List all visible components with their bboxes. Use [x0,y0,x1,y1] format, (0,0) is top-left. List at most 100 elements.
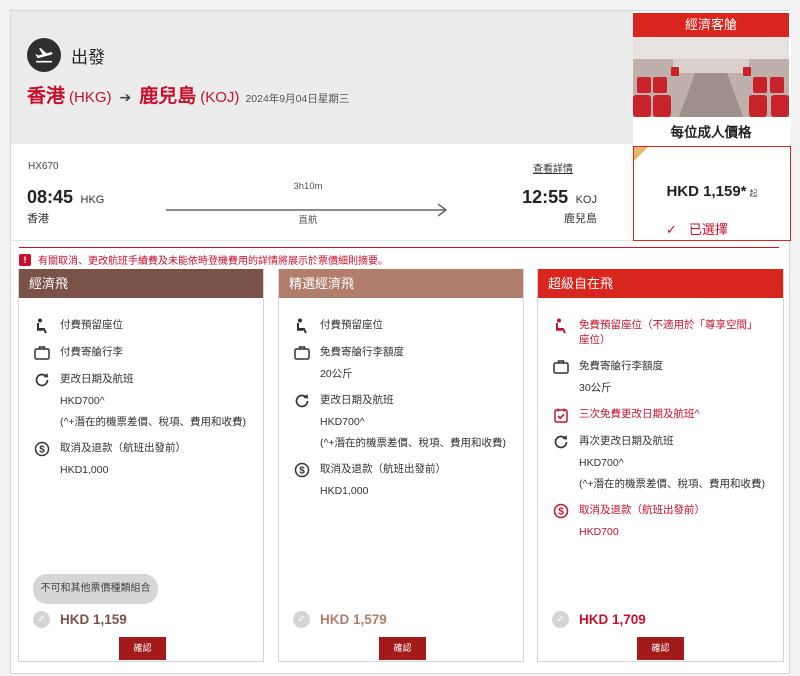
feature-text: 免費寄艙行李額度 [320,346,404,358]
departure-city: 香港 [27,213,49,225]
lowest-price: HKD 1,159* 起 [634,183,790,201]
flight-duration: 3h10m [293,181,323,192]
baggage-weight: 30公斤 [579,382,612,394]
arrival-city: 鹿兒島 [564,213,597,225]
feature-refund: $ 取消及退款（航班出發前） [293,462,519,478]
corner-flag-icon [634,147,648,161]
departure-code: HKG [80,194,105,206]
fare-features: 免費預留座位（不適用於「尊享空間」座位） 免費寄艙行李額度 30公斤 三次免費更… [552,318,766,551]
refresh-icon [33,372,51,388]
check-circle-icon: ✓ [33,611,50,628]
price-per-adult-label: 每位成人價格 [670,125,752,140]
fare-card-economy: 經濟飛 付費預留座位 付費寄艙行李 更改日期及航班 HKD700^ (^+潛在的… [18,269,264,662]
flight-stops: 直航 [298,215,318,226]
feature-seat: 免費預留座位（不適用於「尊享空間」座位） [552,318,766,348]
refresh-icon [552,434,570,450]
fare-features: 付費預留座位 付費寄艙行李 更改日期及航班 HKD700^ (^+潛在的機票差價… [33,318,259,489]
fare-price-value: HKD 1,579 [320,612,387,627]
seat-icon [552,318,570,334]
origin-code: (HKG) [69,89,112,106]
plane-takeoff-icon [27,38,61,72]
feature-text: 更改日期及航班 [60,373,134,385]
change-fee: HKD700^ [320,416,365,428]
feature-text: 三次免費更改日期及航班^ [579,408,700,420]
cabin-class-title: 經濟客艙 [633,13,789,37]
check-circle-icon: ✓ [293,611,310,628]
arrival-code: KOJ [575,194,597,206]
refund-fee: HKD1,000 [320,485,369,497]
dollar-refresh-icon: $ [552,503,570,519]
fare-price: ✓ HKD 1,159 [33,611,127,628]
feature-seat: 付費預留座位 [33,318,259,334]
feature-free-change: 三次免費更改日期及航班^ [552,407,766,423]
change-fee-note: (^+潛在的機票差價、稅項、費用和收費) [320,437,507,449]
feature-baggage: 免費寄艙行李額度 [293,345,519,361]
confirm-button[interactable]: 確認 [637,637,684,660]
fare-title: 精選經濟飛 [279,269,523,298]
svg-text:$: $ [39,445,45,456]
route-summary: 香港 (HKG) ➔ 鹿兒島 (KOJ) 2024年9月04日星期三 [27,81,349,108]
baggage-icon [552,359,570,375]
fare-price: ✓ HKD 1,709 [552,611,646,628]
fare-features: 付費預留座位 免費寄艙行李額度 20公斤 更改日期及航班 HKD700^ (^+… [293,318,519,510]
feature-text: 免費預留座位（不適用於「尊享空間」座位） [579,319,758,346]
feature-text: 免費寄艙行李額度 [579,360,663,372]
selected-status: ✓ 已選擇 [666,219,728,238]
combination-note: 不可和其他票價種類組合 [33,574,158,604]
refund-fee: HKD1,000 [60,464,109,476]
dollar-icon: $ [33,441,51,457]
feature-text: 更改日期及航班 [320,394,394,406]
destination-city: 鹿兒島 [139,86,197,107]
feature-seat: 付費預留座位 [293,318,519,334]
seat-icon [293,318,311,334]
fare-price: ✓ HKD 1,579 [293,611,387,628]
feature-refund: $ 取消及退款（航班出發前） [33,441,259,457]
change-fee: HKD700^ [579,457,624,469]
travel-date: 2024年9月04日星期三 [245,93,350,105]
feature-text: 付費預留座位 [320,319,383,331]
feature-change: 更改日期及航班 [33,372,259,388]
baggage-icon [293,345,311,361]
dollar-icon: $ [293,462,311,478]
baggage-icon [33,345,51,361]
feature-baggage: 付費寄艙行李 [33,345,259,361]
flight-row: HX670 查看詳情 08:45 HKG 香港 3h10m 直航 12:55 K… [11,144,633,241]
flight-number: HX670 [28,161,59,172]
change-fee-note: (^+潛在的機票差價、稅項、費用和收費) [60,416,247,428]
change-fee-note: (^+潛在的機票差價、稅項、費用和收費) [579,478,766,490]
confirm-button[interactable]: 確認 [379,637,426,660]
fare-price-value: HKD 1,709 [579,612,646,627]
feature-text: 取消及退款（航班出發前） [60,442,186,454]
feature-text: 取消及退款（航班出發前） [579,504,705,516]
fare-price-value: HKD 1,159 [60,612,127,627]
view-details-link[interactable]: 查看詳情 [533,160,573,175]
departure-header: 出發 香港 (HKG) ➔ 鹿兒島 (KOJ) 2024年9月04日星期三 [11,11,633,144]
departure-time: 08:45 HKG [27,187,104,208]
feature-text: 取消及退款（航班出發前） [320,463,446,475]
page-title: 出發 [71,48,105,67]
fare-notice: ! 有關取消、更改航班手續費及未能依時登機費用的詳情將展示於票價細則摘要。 [19,247,779,267]
fare-card-super-flexi: 超級自在飛 免費預留座位（不適用於「尊享空間」座位） 免費寄艙行李額度 30公斤… [537,269,784,662]
refund-fee: HKD700 [579,526,619,538]
feature-refund: $ 取消及退款（航班出發前） [552,503,766,519]
fare-card-economy-plus: 精選經濟飛 付費預留座位 免費寄艙行李額度 20公斤 更改日期及航班 HKD70… [278,269,524,662]
confirm-button[interactable]: 確認 [119,637,166,660]
feature-change: 再次更改日期及航班 [552,434,766,450]
feature-text: 再次更改日期及航班 [579,435,674,447]
notice-text: 有關取消、更改航班手續費及未能依時登機費用的詳情將展示於票價細則摘要。 [38,256,388,267]
check-circle-icon: ✓ [552,611,569,628]
feature-baggage: 免費寄艙行李額度 [552,359,766,375]
departure-time-value: 08:45 [27,187,74,207]
lowest-price-value: HKD 1,159* [666,183,747,200]
feature-change: 更改日期及航班 [293,393,519,409]
fare-title: 經濟飛 [19,269,263,298]
feature-text: 付費預留座位 [60,319,123,331]
baggage-weight: 20公斤 [320,368,353,380]
svg-text:$: $ [558,507,564,518]
refresh-icon [293,393,311,409]
feature-text: 付費寄艙行李 [60,346,123,358]
svg-text:$: $ [299,466,305,477]
selected-price-card[interactable]: HKD 1,159* 起 ✓ 已選擇 [633,146,791,241]
arrival-time: 12:55 KOJ [522,187,597,208]
checkmark-icon: ✓ [666,222,677,237]
